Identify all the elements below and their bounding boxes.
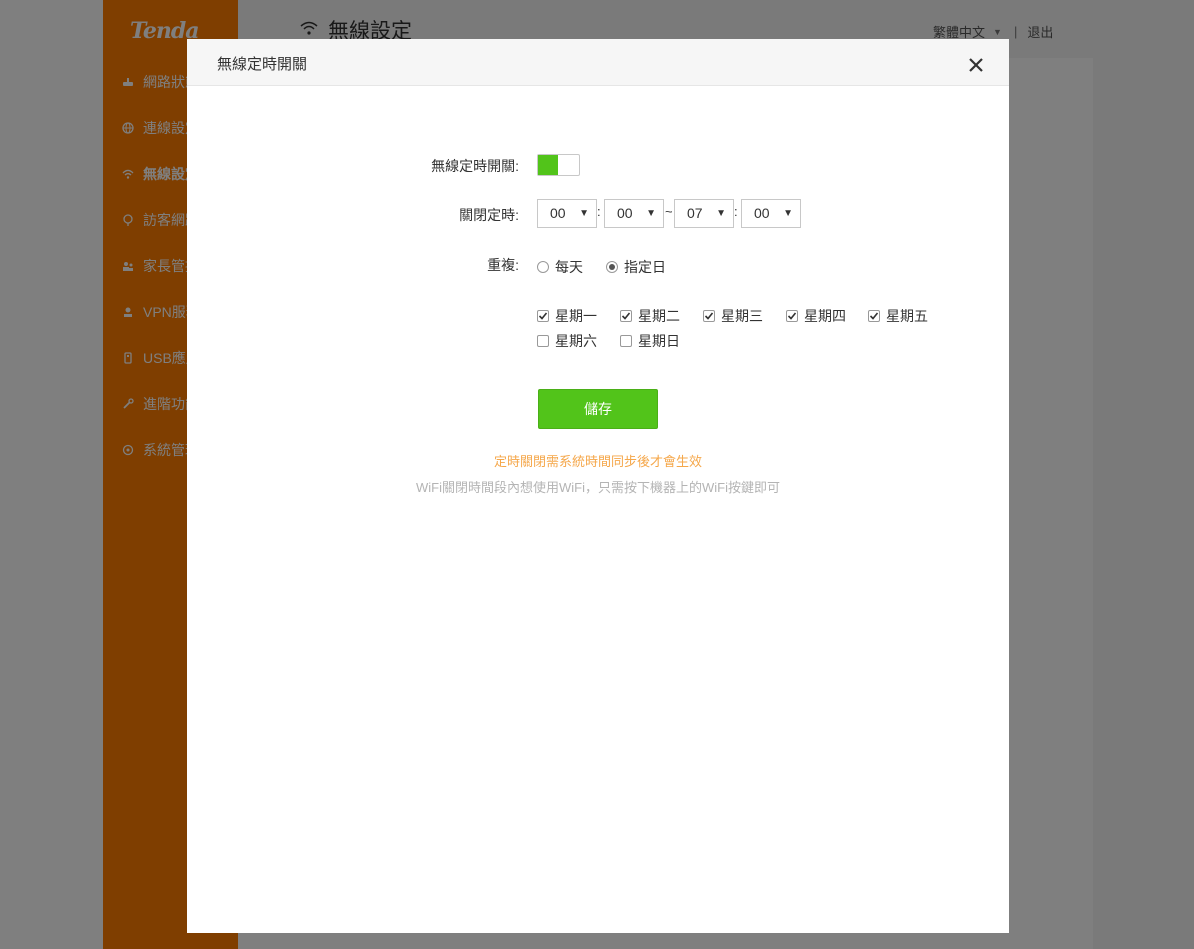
end-minute-select[interactable]: 00 ▼ [741, 199, 801, 228]
repeat-label: 重複: [487, 257, 519, 273]
day-checkbox-saturday[interactable]: 星期六 [537, 331, 597, 351]
checkbox-label: 星期六 [555, 333, 597, 349]
save-button[interactable]: 儲存 [538, 389, 658, 429]
dropdown-arrow-icon: ▼ [646, 208, 656, 219]
off-schedule-label: 關閉定時: [459, 207, 519, 223]
radio-label: 每天 [555, 259, 583, 275]
dropdown-arrow-icon: ▼ [716, 208, 726, 219]
radio-circle [537, 261, 549, 273]
time-colon: : [597, 204, 601, 219]
dialog-title: 無線定時開關 [217, 56, 308, 73]
checkbox-label: 星期二 [638, 308, 680, 324]
checkbox-checked [703, 310, 715, 322]
checkbox-label: 星期一 [555, 308, 597, 324]
checkbox-checked [868, 310, 880, 322]
checkbox-checked [786, 310, 798, 322]
checkbox-label: 星期四 [804, 308, 846, 324]
day-checkbox-sunday[interactable]: 星期日 [620, 331, 680, 351]
radio-circle-selected [606, 261, 618, 273]
day-checkbox-wednesday[interactable]: 星期三 [703, 306, 763, 326]
checkbox-label: 星期日 [638, 333, 680, 349]
schedule-toggle-label: 無線定時開關: [431, 158, 519, 174]
day-checkbox-thursday[interactable]: 星期四 [786, 306, 846, 326]
day-checkbox-monday[interactable]: 星期一 [537, 306, 597, 326]
day-checkbox-friday[interactable]: 星期五 [868, 306, 928, 326]
end-hour-value: 07 [687, 205, 703, 221]
start-minute-value: 00 [617, 205, 633, 221]
dropdown-arrow-icon: ▼ [579, 208, 589, 219]
time-range-separator: ~ [665, 204, 673, 219]
dialog-header: 無線定時開關 [187, 39, 1009, 86]
day-checkbox-tuesday[interactable]: 星期二 [620, 306, 680, 326]
checkbox-unchecked [620, 335, 632, 347]
time-colon: : [734, 204, 738, 219]
wifi-button-hint: WiFi關閉時間段內想使用WiFi，只需按下機器上的WiFi按鍵即可 [416, 480, 780, 495]
close-icon[interactable] [967, 56, 985, 74]
checkbox-unchecked [537, 335, 549, 347]
schedule-toggle-switch[interactable] [537, 154, 580, 176]
dropdown-arrow-icon: ▼ [783, 208, 793, 219]
start-hour-select[interactable]: 00 ▼ [537, 199, 597, 228]
radio-label: 指定日 [624, 259, 666, 275]
wifi-schedule-dialog: 無線定時開關 無線定時開關: 關閉定時: 00 ▼ : 00 ▼ ~ 07 ▼ … [187, 39, 1009, 933]
repeat-specific-days-radio[interactable]: 指定日 [606, 257, 666, 277]
checkbox-label: 星期五 [886, 308, 928, 324]
end-hour-select[interactable]: 07 ▼ [674, 199, 734, 228]
start-minute-select[interactable]: 00 ▼ [604, 199, 664, 228]
sync-notice: 定時關閉需系統時間同步後才會生效 [493, 454, 702, 469]
toggle-on-indicator [538, 155, 558, 175]
end-minute-value: 00 [754, 205, 770, 221]
checkbox-label: 星期三 [721, 308, 763, 324]
start-hour-value: 00 [550, 205, 566, 221]
checkbox-checked [537, 310, 549, 322]
repeat-daily-radio[interactable]: 每天 [537, 257, 583, 277]
checkbox-checked [620, 310, 632, 322]
